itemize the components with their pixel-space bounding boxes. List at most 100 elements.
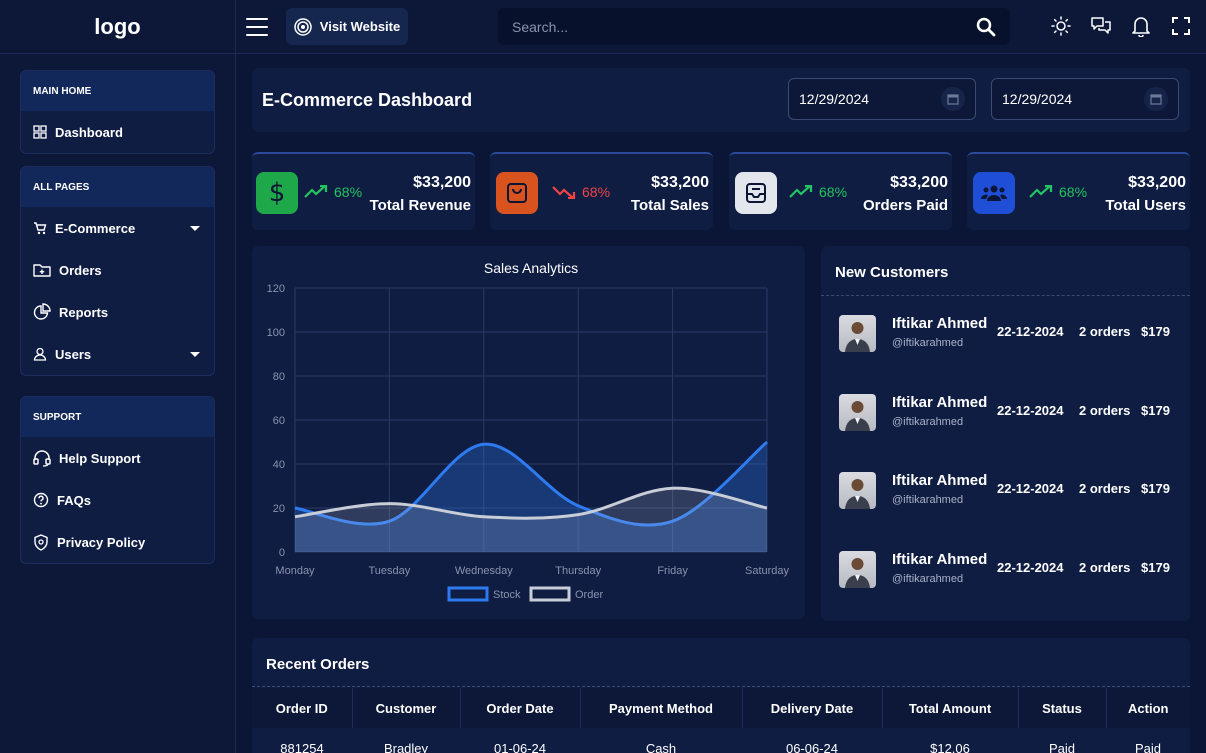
users-icon bbox=[973, 172, 1015, 214]
sidebar-item-dashboard[interactable]: Dashboard bbox=[21, 111, 214, 153]
date-to-value: 12/29/2024 bbox=[1002, 91, 1073, 107]
x-tick-label: Tuesday bbox=[369, 565, 411, 577]
table-cell: Paid bbox=[1134, 740, 1162, 753]
table-row[interactable]: 881254 Bradley 01-06-24 Cash 06-06-24 $12.06 P… bbox=[252, 728, 1190, 753]
dashboard-header: E-Commerce Dashboard 12/29/2024 12/29/20… bbox=[252, 68, 1190, 132]
question-icon bbox=[33, 492, 49, 508]
stat-trend-value: 68% bbox=[582, 184, 611, 200]
customer-orders: 2 orders bbox=[1079, 324, 1131, 339]
column-header[interactable]: Customer bbox=[352, 688, 461, 728]
customer-handle: @iftikarahmed bbox=[892, 494, 964, 506]
date-to-field[interactable]: 12/29/2024 bbox=[991, 78, 1179, 120]
sidebar-item-label: Help Support bbox=[59, 450, 141, 466]
legend-swatch bbox=[447, 586, 489, 602]
recent-orders-title: Recent Orders bbox=[266, 656, 370, 673]
column-header[interactable]: Status bbox=[1018, 688, 1107, 728]
stat-trend: 68% bbox=[1029, 184, 1087, 200]
chevron-down-icon[interactable] bbox=[190, 352, 200, 357]
stat-label: Orders Paid bbox=[862, 197, 948, 214]
avatar bbox=[839, 472, 876, 509]
customer-name: Iftikar Ahmed bbox=[892, 315, 988, 332]
visit-website-button[interactable]: Visit Website bbox=[286, 8, 408, 45]
stat-value: $33,200 bbox=[651, 174, 709, 191]
x-tick-label: Wednesday bbox=[455, 565, 513, 577]
y-tick-label: 60 bbox=[273, 415, 285, 427]
top-bar: logo Visit Website bbox=[0, 0, 1206, 54]
sidebar-item-orders[interactable]: Orders bbox=[21, 249, 214, 291]
customer-amount: $179 bbox=[1141, 481, 1170, 496]
customer-row[interactable]: Iftikar Ahmed @iftikarahmed 22-12-2024 2 or… bbox=[821, 460, 1190, 520]
recent-orders-card: Recent Orders Order ID Customer Order Date… bbox=[252, 638, 1190, 753]
stat-trend-value: 68% bbox=[334, 184, 363, 200]
divider bbox=[821, 295, 1190, 296]
column-header[interactable]: Total Amount bbox=[882, 688, 1019, 728]
y-tick-label: 0 bbox=[279, 547, 285, 559]
sidebar-item-help-support[interactable]: Help Support bbox=[21, 437, 214, 479]
date-from-value: 12/29/2024 bbox=[799, 91, 870, 107]
sidebar-item-label: Privacy Policy bbox=[57, 534, 146, 550]
column-header[interactable]: Delivery Date bbox=[742, 688, 883, 728]
avatar bbox=[839, 394, 876, 431]
table-cell: Bradley bbox=[383, 740, 429, 753]
sidebar-group-title: SUPPORT bbox=[21, 397, 214, 437]
stat-card-sales: 68% $33,200 Total Sales bbox=[490, 152, 713, 230]
column-header[interactable]: Action bbox=[1106, 688, 1190, 728]
sidebar-item-label: Reports bbox=[59, 304, 109, 320]
hamburger-icon[interactable] bbox=[246, 16, 268, 38]
stat-value: $33,200 bbox=[1128, 174, 1186, 191]
stat-label: Total Sales bbox=[630, 197, 709, 214]
stat-card-orders-paid: 68% $33,200 Orders Paid bbox=[729, 152, 952, 230]
customer-handle: @iftikarahmed bbox=[892, 337, 964, 349]
table-cell: $12.06 bbox=[930, 740, 970, 753]
sidebar-item-label: Dashboard bbox=[55, 124, 123, 140]
table-cell: Cash bbox=[645, 740, 677, 753]
calendar-icon[interactable] bbox=[941, 87, 965, 111]
customer-name: Iftikar Ahmed bbox=[892, 394, 988, 411]
bell-icon[interactable] bbox=[1130, 14, 1152, 38]
x-tick-label: Thursday bbox=[555, 565, 601, 577]
stat-trend-value: 68% bbox=[819, 184, 848, 200]
chat-icon[interactable] bbox=[1090, 14, 1112, 38]
sidebar-item-ecommerce[interactable]: E-Commerce bbox=[21, 207, 214, 249]
legend-label: Stock bbox=[493, 589, 521, 601]
chart-title: Sales Analytics bbox=[484, 260, 578, 276]
customer-name: Iftikar Ahmed bbox=[892, 551, 988, 568]
sun-icon[interactable] bbox=[1050, 14, 1072, 38]
sidebar-item-privacy-policy[interactable]: Privacy Policy bbox=[21, 521, 214, 563]
calendar-icon[interactable] bbox=[1144, 87, 1168, 111]
stat-trend: 68% bbox=[789, 184, 847, 200]
sidebar-group-pages: ALL PAGES E-Commerce Orders Reports User… bbox=[20, 166, 215, 376]
y-tick-label: 100 bbox=[267, 327, 285, 339]
x-tick-label: Saturday bbox=[745, 565, 790, 577]
stat-label: Total Revenue bbox=[369, 197, 471, 214]
customer-row[interactable]: Iftikar Ahmed @iftikarahmed 22-12-2024 2 or… bbox=[821, 539, 1190, 599]
column-header[interactable]: Order Date bbox=[460, 688, 581, 728]
customer-amount: $179 bbox=[1141, 403, 1170, 418]
fullscreen-icon[interactable] bbox=[1170, 14, 1192, 38]
orders-table: Order ID Customer Order Date Payment Method… bbox=[252, 688, 1190, 753]
logo[interactable]: logo bbox=[0, 0, 236, 54]
search-input[interactable] bbox=[512, 18, 976, 35]
trend-up-icon bbox=[789, 185, 813, 198]
search-bar bbox=[498, 8, 1010, 45]
table-cell: 06-06-24 bbox=[785, 740, 839, 753]
cart-icon bbox=[34, 222, 47, 235]
customer-date: 22-12-2024 bbox=[997, 560, 1064, 575]
sidebar-item-reports[interactable]: Reports bbox=[21, 291, 214, 333]
customer-orders: 2 orders bbox=[1079, 481, 1131, 496]
column-header[interactable]: Order ID bbox=[252, 688, 353, 728]
customer-handle: @iftikarahmed bbox=[892, 573, 964, 585]
column-header[interactable]: Payment Method bbox=[580, 688, 743, 728]
search-icon[interactable] bbox=[976, 17, 996, 37]
customer-row[interactable]: Iftikar Ahmed @iftikarahmed 22-12-2024 2 or… bbox=[821, 303, 1190, 363]
date-from-field[interactable]: 12/29/2024 bbox=[788, 78, 976, 120]
sidebar-item-users[interactable]: Users bbox=[21, 333, 214, 375]
y-tick-label: 80 bbox=[273, 371, 285, 383]
customer-amount: $179 bbox=[1141, 324, 1170, 339]
customer-row[interactable]: Iftikar Ahmed @iftikarahmed 22-12-2024 2 or… bbox=[821, 382, 1190, 442]
page-title: E-Commerce Dashboard bbox=[262, 90, 473, 110]
top-icons bbox=[1050, 14, 1192, 38]
chevron-down-icon[interactable] bbox=[190, 226, 200, 231]
sidebar-item-faqs[interactable]: FAQs bbox=[21, 479, 214, 521]
sidebar: MAIN HOME Dashboard ALL PAGES E-Commerce… bbox=[0, 54, 236, 753]
